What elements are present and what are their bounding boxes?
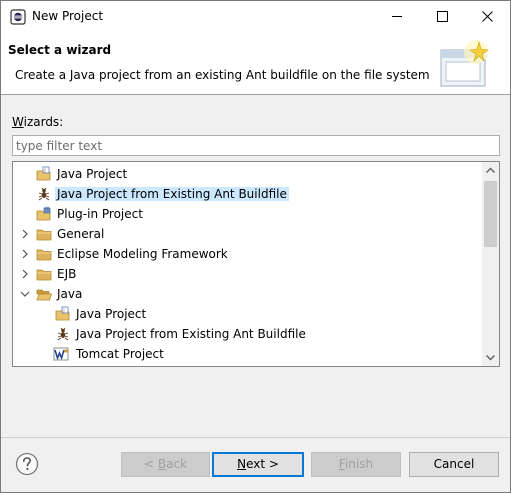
tree-item-label: Java xyxy=(57,287,83,301)
folder-icon xyxy=(36,249,52,261)
java-project-icon: J xyxy=(36,166,51,181)
tree-item-label: Java Project from Existing Ant Buildfile xyxy=(55,187,289,201)
tree-item-java-project[interactable]: J Java Project xyxy=(13,164,482,184)
tree-item-tomcat-project[interactable]: Tomcat Project xyxy=(13,344,482,364)
back-button-prefix: < xyxy=(143,457,158,471)
tree-item-label: Eclipse Modeling Framework xyxy=(57,247,228,261)
tree-item-label: Java Project xyxy=(57,167,128,181)
tree-item-label: General xyxy=(57,227,105,241)
ant-icon xyxy=(38,187,50,201)
plugin-project-icon xyxy=(36,206,51,221)
tree-item-label: Tomcat Project xyxy=(76,347,164,361)
chevron-right-icon[interactable] xyxy=(19,248,31,260)
footer-separator xyxy=(1,437,510,438)
new-wizard-graphic-icon xyxy=(440,40,489,87)
folder-icon xyxy=(36,229,52,241)
new-project-dialog: New Project Select a wizard Create a Jav… xyxy=(0,0,511,493)
wizard-tree-content: J Java Project Java Project from Existin… xyxy=(13,162,482,366)
ant-icon xyxy=(57,327,69,341)
scroll-up-arrow-icon[interactable] xyxy=(482,162,499,179)
tree-item-java-java-project-from-ant[interactable]: Java Project from Existing Ant Buildfile xyxy=(13,324,482,344)
chevron-down-icon[interactable] xyxy=(19,288,31,300)
minimize-button[interactable] xyxy=(375,1,420,32)
title-bar[interactable]: New Project xyxy=(1,1,510,32)
help-icon[interactable] xyxy=(15,452,39,476)
svg-text:J: J xyxy=(62,308,64,314)
scroll-down-arrow-icon[interactable] xyxy=(482,349,499,366)
finish-button[interactable]: Finish xyxy=(311,452,401,477)
back-button-mnemonic: B xyxy=(157,457,167,471)
tomcat-icon xyxy=(53,347,69,361)
tree-item-ejb[interactable]: EJB xyxy=(13,264,482,284)
tree-item-java[interactable]: Java xyxy=(13,284,482,304)
close-button[interactable] xyxy=(465,1,510,32)
cancel-button[interactable]: Cancel xyxy=(409,452,499,477)
tree-item-label: Plug-in Project xyxy=(57,207,143,221)
tree-item-plugin-project[interactable]: Plug-in Project xyxy=(13,204,482,224)
banner-title: Select a wizard xyxy=(8,43,112,57)
maximize-icon xyxy=(437,11,448,22)
scrollbar-thumb[interactable] xyxy=(484,181,497,247)
chevron-right-icon[interactable] xyxy=(19,268,31,280)
back-button[interactable]: < Back xyxy=(121,452,210,477)
wizards-label-text: izards: xyxy=(23,115,64,129)
wizard-banner: Select a wizard Create a Java project fr… xyxy=(1,32,510,95)
tree-scrollbar[interactable] xyxy=(482,162,499,366)
tree-item-eclipse-modeling-framework[interactable]: Eclipse Modeling Framework xyxy=(13,244,482,264)
chevron-right-icon[interactable] xyxy=(19,228,31,240)
filter-input[interactable] xyxy=(12,135,500,156)
tree-item-general[interactable]: General xyxy=(13,224,482,244)
tree-item-label: Java Project from Existing Ant Buildfile xyxy=(76,327,306,341)
banner-description: Create a Java project from an existing A… xyxy=(15,68,430,82)
wizards-label: Wizards: xyxy=(12,115,63,129)
close-icon xyxy=(482,11,493,22)
folder-icon xyxy=(36,269,52,281)
svg-text:J: J xyxy=(43,168,45,174)
next-button[interactable]: Next > xyxy=(212,452,304,477)
tree-item-label: Java Project xyxy=(76,307,147,321)
tree-item-label: EJB xyxy=(57,267,77,281)
next-button-label: ext > xyxy=(246,457,279,471)
minimize-icon xyxy=(392,16,402,17)
java-project-icon: J xyxy=(55,306,70,321)
wizard-tree[interactable]: J Java Project Java Project from Existin… xyxy=(12,161,500,367)
window-title: New Project xyxy=(32,9,104,23)
eclipse-app-icon xyxy=(10,9,26,25)
maximize-button[interactable] xyxy=(420,1,465,32)
tree-item-java-java-project[interactable]: J Java Project xyxy=(13,304,482,324)
wizards-label-mnemonic: W xyxy=(12,115,24,129)
back-button-label: ack xyxy=(166,457,187,471)
tree-item-java-project-from-ant[interactable]: Java Project from Existing Ant Buildfile xyxy=(13,184,482,204)
finish-button-label: inish xyxy=(344,457,374,471)
open-folder-icon xyxy=(36,289,52,301)
next-button-mnemonic: N xyxy=(237,457,247,471)
